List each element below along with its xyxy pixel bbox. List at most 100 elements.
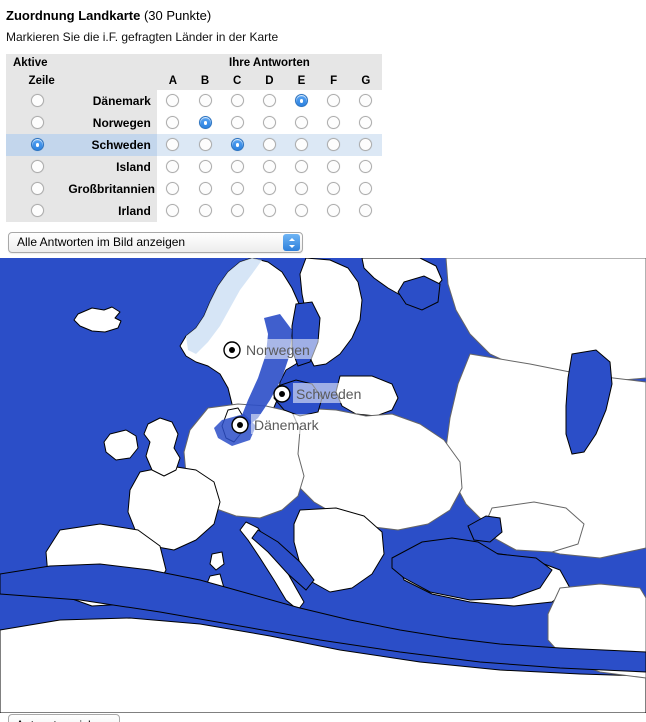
answer-cell-c[interactable]: [221, 156, 254, 178]
answer-radio-b[interactable]: [198, 116, 212, 130]
answer-cell-a[interactable]: [156, 90, 189, 112]
answer-radio-b[interactable]: [198, 204, 212, 218]
active-row-radio[interactable]: [30, 116, 44, 130]
answer-radio-d[interactable]: [262, 204, 276, 218]
table-row[interactable]: Dänemark: [6, 90, 382, 112]
answer-radio-d[interactable]: [262, 116, 276, 130]
answer-cell-a[interactable]: [156, 200, 189, 222]
active-row-cell[interactable]: [6, 156, 69, 178]
answer-cell-d[interactable]: [253, 178, 286, 200]
answer-radio-g[interactable]: [359, 160, 373, 174]
answer-radio-c[interactable]: [230, 138, 244, 152]
answer-cell-b[interactable]: [188, 134, 222, 156]
answer-radio-f[interactable]: [327, 116, 341, 130]
answer-cell-a[interactable]: [156, 156, 189, 178]
answer-radio-f[interactable]: [327, 204, 341, 218]
answer-radio-a[interactable]: [166, 116, 180, 130]
answer-radio-d[interactable]: [262, 94, 276, 108]
display-mode-select[interactable]: Alle Antworten im Bild anzeigen: [8, 232, 303, 253]
answer-cell-c[interactable]: [221, 90, 254, 112]
answer-radio-e[interactable]: [295, 138, 308, 152]
answer-radio-d[interactable]: [262, 138, 276, 152]
active-row-cell[interactable]: [6, 90, 69, 112]
answer-radio-g[interactable]: [359, 204, 373, 218]
answer-cell-e[interactable]: [285, 156, 318, 178]
answer-radio-g[interactable]: [359, 94, 373, 108]
active-row-cell[interactable]: [6, 178, 69, 200]
answer-cell-a[interactable]: [156, 178, 189, 200]
answer-radio-e[interactable]: [295, 182, 308, 196]
active-row-radio[interactable]: [30, 94, 44, 108]
answer-cell-b[interactable]: [188, 156, 222, 178]
answer-cell-f[interactable]: [317, 200, 350, 222]
answer-cell-b[interactable]: [188, 90, 222, 112]
active-row-radio[interactable]: [30, 182, 44, 196]
table-row[interactable]: Irland: [6, 200, 382, 222]
answer-cell-c[interactable]: [221, 200, 254, 222]
answer-radio-c[interactable]: [230, 94, 244, 108]
active-row-cell[interactable]: [6, 134, 69, 156]
save-answer-button[interactable]: Antwort speichern: [8, 714, 120, 722]
active-row-radio[interactable]: [30, 160, 44, 174]
answer-radio-e[interactable]: [295, 204, 308, 218]
answer-radio-f[interactable]: [327, 160, 341, 174]
answer-cell-g[interactable]: [349, 178, 382, 200]
answer-radio-c[interactable]: [230, 116, 244, 130]
answer-radio-c[interactable]: [230, 204, 244, 218]
answer-cell-d[interactable]: [253, 112, 286, 134]
answer-radio-a[interactable]: [166, 182, 180, 196]
answer-cell-g[interactable]: [349, 134, 382, 156]
answer-cell-c[interactable]: [221, 112, 254, 134]
answer-radio-e[interactable]: [295, 160, 308, 174]
answer-cell-b[interactable]: [188, 200, 222, 222]
answer-cell-e[interactable]: [285, 178, 318, 200]
answer-radio-e[interactable]: [295, 116, 308, 130]
active-row-radio[interactable]: [30, 138, 44, 152]
answer-cell-f[interactable]: [317, 134, 350, 156]
answer-cell-b[interactable]: [188, 178, 222, 200]
answer-radio-a[interactable]: [166, 204, 180, 218]
answer-cell-d[interactable]: [253, 200, 286, 222]
answer-cell-e[interactable]: [285, 112, 318, 134]
table-row[interactable]: Island: [6, 156, 382, 178]
answer-radio-c[interactable]: [230, 160, 244, 174]
answer-cell-f[interactable]: [317, 112, 350, 134]
answer-cell-e[interactable]: [285, 200, 318, 222]
answer-radio-f[interactable]: [327, 138, 341, 152]
answer-cell-b[interactable]: [188, 112, 222, 134]
answer-cell-d[interactable]: [253, 90, 286, 112]
answer-radio-c[interactable]: [230, 182, 244, 196]
answer-radio-b[interactable]: [198, 138, 212, 152]
answer-radio-a[interactable]: [166, 160, 180, 174]
map-svg[interactable]: Norwegen Schweden Dänemark: [0, 258, 646, 713]
europe-map[interactable]: Norwegen Schweden Dänemark: [0, 258, 646, 713]
answer-cell-g[interactable]: [349, 90, 382, 112]
answer-radio-f[interactable]: [327, 182, 341, 196]
table-row[interactable]: Schweden: [6, 134, 382, 156]
answer-cell-c[interactable]: [221, 134, 254, 156]
answer-cell-e[interactable]: [285, 134, 318, 156]
answer-radio-b[interactable]: [198, 160, 212, 174]
active-row-radio[interactable]: [30, 204, 44, 218]
answer-radio-g[interactable]: [359, 116, 373, 130]
answer-radio-g[interactable]: [359, 138, 373, 152]
answer-cell-a[interactable]: [156, 112, 189, 134]
answer-radio-b[interactable]: [198, 182, 212, 196]
answer-radio-e[interactable]: [295, 94, 308, 108]
active-row-cell[interactable]: [6, 112, 69, 134]
answer-cell-d[interactable]: [253, 134, 286, 156]
answer-radio-d[interactable]: [262, 182, 276, 196]
answer-cell-f[interactable]: [317, 178, 350, 200]
answer-cell-g[interactable]: [349, 200, 382, 222]
answer-cell-a[interactable]: [156, 134, 189, 156]
answer-cell-d[interactable]: [253, 156, 286, 178]
answer-cell-f[interactable]: [317, 156, 350, 178]
table-row[interactable]: Norwegen: [6, 112, 382, 134]
answer-cell-e[interactable]: [285, 90, 318, 112]
answer-radio-f[interactable]: [327, 94, 341, 108]
answer-cell-g[interactable]: [349, 112, 382, 134]
answer-cell-f[interactable]: [317, 90, 350, 112]
answer-radio-a[interactable]: [166, 138, 180, 152]
answer-radio-a[interactable]: [166, 94, 180, 108]
active-row-cell[interactable]: [6, 200, 69, 222]
